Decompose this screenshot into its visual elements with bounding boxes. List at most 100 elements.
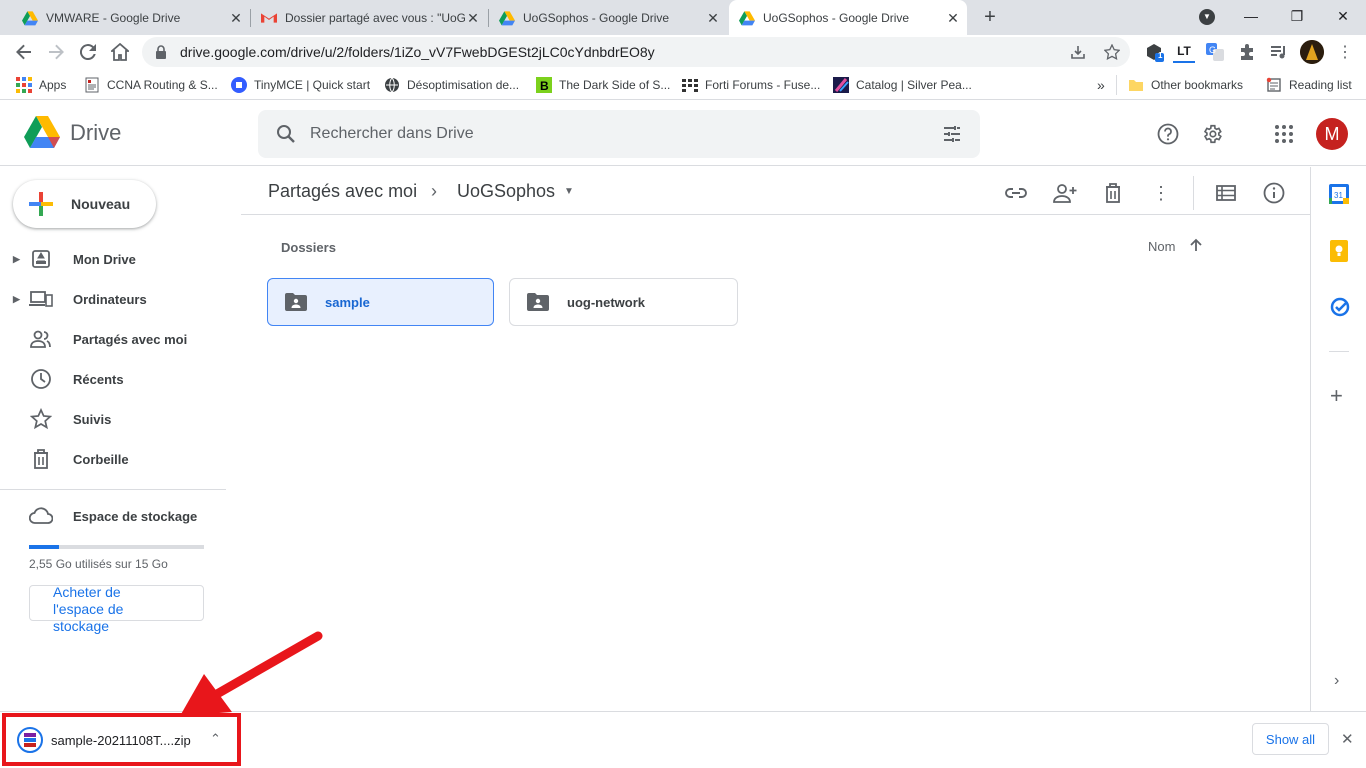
bookmark-label: Reading list: [1289, 78, 1352, 92]
breadcrumb-current[interactable]: UoGSophos: [457, 181, 555, 202]
show-side-panel-chevron-icon[interactable]: ›: [1334, 672, 1339, 690]
close-icon[interactable]: ✕: [228, 10, 244, 26]
sidebar-item-starred[interactable]: Suivis: [0, 403, 230, 435]
sidebar-item-label: Partagés avec moi: [73, 331, 188, 347]
search-box[interactable]: Rechercher dans Drive: [258, 110, 980, 158]
toolbar-divider: [1193, 176, 1194, 210]
sidebar-item-computers[interactable]: ▶ Ordinateurs: [0, 283, 230, 315]
info-icon[interactable]: [1258, 177, 1290, 209]
browser-menu-icon[interactable]: ⋮: [1334, 41, 1356, 63]
sidebar-item-my-drive[interactable]: ▶ Mon Drive: [0, 243, 230, 275]
close-download-shelf-icon[interactable]: ✕: [1341, 730, 1354, 748]
folder-menu-dropdown-icon[interactable]: ▼: [564, 186, 574, 197]
close-icon[interactable]: ✕: [945, 10, 961, 26]
bookmark-catalog[interactable]: Catalog | Silver Pea...: [833, 76, 972, 94]
media-queue-icon[interactable]: [1268, 41, 1290, 63]
clock-icon: [29, 367, 53, 391]
bookmark-label: TinyMCE | Quick start: [254, 78, 371, 92]
more-bookmarks-chevron-icon[interactable]: »: [1097, 76, 1105, 94]
close-icon[interactable]: ✕: [705, 10, 721, 26]
sidebar-item-shared[interactable]: Partagés avec moi: [0, 323, 230, 355]
folder-card-sample[interactable]: sample: [267, 278, 494, 326]
folder-card-uog-network[interactable]: uog-network: [509, 278, 738, 326]
tab-title: Dossier partagé avec vous : "UoG: [285, 10, 465, 25]
expand-arrow-icon[interactable]: ▶: [13, 294, 20, 305]
delete-trash-icon[interactable]: [1097, 177, 1129, 209]
new-button-label: Nouveau: [71, 196, 131, 212]
svg-text:B: B: [540, 79, 549, 93]
share-add-person-icon[interactable]: [1049, 177, 1081, 209]
more-actions-icon[interactable]: ⋮: [1145, 177, 1177, 209]
bookmark-label: Other bookmarks: [1151, 78, 1244, 92]
bookmark-ccna[interactable]: CCNA Routing & S...: [84, 76, 218, 94]
bookmark-tinymce[interactable]: TinyMCE | Quick start: [231, 76, 370, 94]
window-close-icon[interactable]: ✕: [1320, 0, 1366, 32]
download-filename[interactable]: sample-20211108T....zip: [51, 733, 191, 748]
extensions-puzzle-icon[interactable]: [1236, 41, 1258, 63]
calendar-icon[interactable]: 31: [1329, 184, 1349, 209]
google-drive-icon: [22, 10, 38, 25]
address-bar[interactable]: drive.google.com/drive/u/2/folders/1iZo_…: [142, 37, 1130, 67]
extension-cube-icon[interactable]: 1: [1143, 41, 1165, 63]
settings-gear-icon[interactable]: [1192, 114, 1232, 154]
minimize-icon[interactable]: —: [1228, 0, 1274, 32]
sort-label[interactable]: Nom: [1148, 239, 1175, 254]
bookmark-star-icon[interactable]: [1104, 44, 1120, 60]
get-link-icon[interactable]: [1000, 177, 1032, 209]
bookmark-other[interactable]: Other bookmarks: [1128, 76, 1243, 94]
tab-uogsophos-active[interactable]: UoGSophos - Google Drive ✕: [729, 0, 967, 35]
folder-name: sample: [325, 294, 370, 310]
bookmark-label: Apps: [39, 78, 67, 92]
account-avatar[interactable]: M: [1316, 118, 1348, 150]
bookmark-dark-side[interactable]: B The Dark Side of S...: [536, 76, 670, 94]
google-apps-grid-icon[interactable]: [1264, 114, 1304, 154]
sort-up-arrow-icon[interactable]: [1189, 238, 1203, 252]
download-options-chevron-icon[interactable]: ⌃: [210, 731, 221, 747]
archive-file-icon: [17, 727, 43, 758]
tab-vmware[interactable]: VMWARE - Google Drive ✕: [0, 0, 250, 35]
search-options-icon[interactable]: [942, 124, 962, 144]
sidebar-item-trash[interactable]: Corbeille: [0, 443, 230, 475]
bookmark-desoptimisation[interactable]: Désoptimisation de...: [384, 76, 519, 94]
search-icon[interactable]: [276, 124, 296, 144]
tab-gmail[interactable]: Dossier partagé avec vous : "UoG ✕: [251, 0, 487, 35]
search-input[interactable]: Rechercher dans Drive: [310, 125, 474, 143]
new-tab-plus-icon[interactable]: +: [979, 6, 1001, 28]
bookmark-apps[interactable]: Apps: [16, 76, 66, 94]
sidebar-item-label: Corbeille: [73, 451, 129, 467]
new-button[interactable]: Nouveau: [13, 180, 156, 228]
reload-icon[interactable]: [74, 38, 102, 66]
breadcrumb-parent[interactable]: Partagés avec moi: [268, 181, 417, 202]
forward-arrow-icon[interactable]: [42, 38, 70, 66]
back-arrow-icon[interactable]: [10, 38, 38, 66]
install-app-icon[interactable]: [1070, 44, 1086, 60]
close-icon[interactable]: ✕: [465, 10, 481, 26]
home-icon[interactable]: [106, 38, 134, 66]
translate-icon[interactable]: G: [1204, 41, 1226, 63]
restore-icon[interactable]: ❐: [1274, 0, 1320, 32]
buy-storage-label: Acheter de l'espace de stockage: [53, 584, 124, 634]
drive-logo[interactable]: Drive: [24, 116, 121, 149]
reading-list[interactable]: Reading list: [1266, 76, 1352, 94]
header-divider: [241, 214, 1310, 215]
tab-search-icon[interactable]: ▼: [1199, 9, 1215, 25]
keep-icon[interactable]: [1330, 240, 1348, 267]
sidebar-item-recent[interactable]: Récents: [0, 363, 230, 395]
sidebar-item-storage[interactable]: Espace de stockage: [0, 500, 230, 532]
apps-grid-icon: [16, 77, 32, 93]
extension-badge: 1: [1158, 51, 1163, 60]
add-addon-plus-icon[interactable]: +: [1330, 385, 1343, 407]
tab-uogsophos-1[interactable]: UoGSophos - Google Drive ✕: [489, 0, 727, 35]
profile-avatar-icon[interactable]: [1300, 40, 1324, 64]
show-all-downloads-button[interactable]: Show all: [1252, 723, 1329, 755]
document-icon: [85, 77, 99, 93]
expand-arrow-icon[interactable]: ▶: [13, 254, 20, 265]
bookmark-forti[interactable]: Forti Forums - Fuse...: [682, 76, 820, 94]
list-view-icon[interactable]: [1210, 177, 1242, 209]
tasks-icon[interactable]: [1330, 297, 1350, 322]
google-drive-icon: [739, 10, 755, 25]
help-icon[interactable]: [1148, 114, 1188, 154]
buy-storage-button[interactable]: Acheter de l'espace de stockage: [29, 584, 204, 634]
bookmark-divider: [1116, 75, 1117, 95]
languagetool-icon[interactable]: LT: [1173, 41, 1195, 63]
